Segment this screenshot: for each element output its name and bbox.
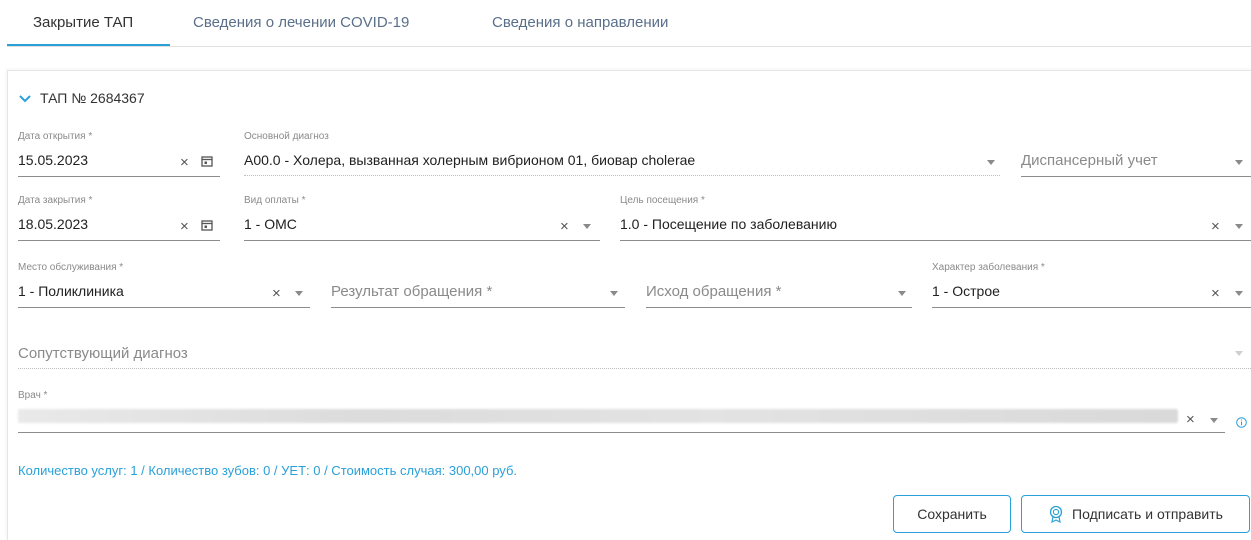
dispensary-select[interactable]: Диспансерный учет [1021, 152, 1158, 169]
dropdown-caret-icon[interactable] [1235, 224, 1243, 229]
main-diagnosis-select[interactable]: A00.0 - Холера, вызванная холерным вибри… [244, 152, 695, 168]
main-diagnosis-underline [244, 175, 1000, 176]
payment-type-label: Вид оплаты * [244, 195, 306, 206]
payment-type-underline [244, 240, 600, 241]
clear-icon[interactable]: × [180, 219, 189, 234]
visit-purpose-select[interactable]: 1.0 - Посещение по заболеванию [620, 216, 837, 232]
service-place-underline [18, 307, 310, 308]
dropdown-caret-icon[interactable] [583, 224, 591, 229]
calendar-icon[interactable] [201, 219, 213, 231]
certificate-icon [1049, 505, 1063, 523]
sign-and-send-label: Подписать и отправить [1072, 506, 1223, 522]
tab-closing[interactable]: Закрытие ТАП [33, 14, 133, 31]
appeal-outcome-select[interactable]: Исход обращения * [646, 283, 781, 300]
payment-type-select[interactable]: 1 - ОМС [244, 216, 297, 232]
appeal-result-select[interactable]: Результат обращения * [331, 283, 492, 300]
section-title[interactable]: ТАП № 2684367 [40, 90, 145, 106]
doctor-underline [18, 432, 1225, 433]
open-date-underline [18, 176, 220, 177]
visit-purpose-label: Цель посещения * [620, 195, 705, 206]
doctor-select-redacted[interactable] [18, 409, 1178, 423]
service-place-select[interactable]: 1 - Поликлиника [18, 283, 124, 299]
sign-and-send-button[interactable]: Подписать и отправить [1021, 495, 1250, 533]
close-date-underline [18, 240, 220, 241]
disease-nature-underline [932, 307, 1251, 308]
dropdown-caret-icon[interactable] [610, 291, 618, 296]
concomitant-diagnosis-select[interactable]: Сопутствующий диагноз [18, 345, 188, 362]
dropdown-caret-icon[interactable] [1235, 291, 1243, 296]
tabs-divider [7, 46, 1251, 47]
clear-icon[interactable]: × [560, 219, 569, 234]
case-summary: Количество услуг: 1 / Количество зубов: … [18, 463, 518, 478]
close-date-label: Дата закрытия * [18, 195, 93, 206]
chevron-down-icon[interactable] [18, 92, 32, 106]
dropdown-caret-icon[interactable] [1235, 160, 1243, 165]
clear-icon[interactable]: × [1211, 219, 1220, 234]
clear-icon[interactable]: × [1186, 412, 1195, 427]
disease-nature-label: Характер заболевания * [932, 262, 1045, 273]
open-date-label: Дата открытия * [18, 131, 93, 142]
appeal-result-underline [331, 307, 625, 308]
clear-icon[interactable]: × [1211, 286, 1220, 301]
clear-icon[interactable]: × [272, 286, 281, 301]
visit-purpose-underline [620, 240, 1251, 241]
clear-icon[interactable]: × [180, 155, 189, 170]
calendar-icon[interactable] [201, 155, 213, 167]
dropdown-caret-icon[interactable] [1210, 418, 1218, 423]
disease-nature-select[interactable]: 1 - Острое [932, 283, 1000, 299]
tab-covid-treatment[interactable]: Сведения о лечении COVID-19 [193, 14, 409, 31]
concomitant-diagnosis-underline [18, 368, 1251, 369]
save-button[interactable]: Сохранить [893, 495, 1011, 533]
dropdown-caret-icon[interactable] [898, 291, 906, 296]
dropdown-caret-icon[interactable] [295, 291, 303, 296]
appeal-outcome-underline [646, 307, 912, 308]
open-date-input[interactable]: 15.05.2023 [18, 152, 88, 168]
main-diagnosis-label: Основной диагноз [244, 131, 329, 142]
dropdown-caret-icon[interactable] [987, 160, 995, 165]
dispensary-underline [1021, 176, 1251, 177]
doctor-label: Врач * [18, 390, 48, 401]
dropdown-caret-icon[interactable] [1235, 351, 1243, 356]
service-place-label: Место обслуживания * [18, 262, 124, 273]
info-icon[interactable] [1236, 417, 1247, 428]
tab-referral[interactable]: Сведения о направлении [492, 14, 668, 31]
close-date-input[interactable]: 18.05.2023 [18, 216, 88, 232]
